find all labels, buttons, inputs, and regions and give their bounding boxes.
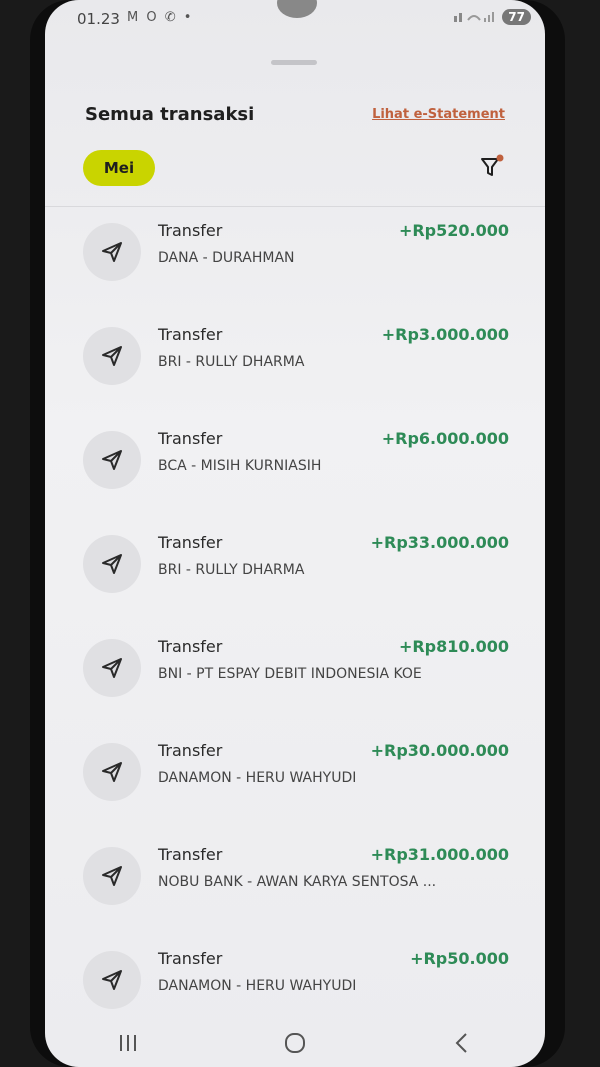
transaction-amount: +Rp50.000 [410,949,509,968]
transaction-row[interactable]: Transfer DANA - DURAHMAN +Rp520.000 [45,207,545,311]
transaction-detail: BRI - RULLY DHARMA [158,354,305,370]
transaction-row[interactable]: Transfer BRI - RULLY DHARMA +Rp33.000.000 [45,519,545,623]
transaction-type: Transfer [158,221,223,240]
transaction-detail: BCA - MISIH KURNIASIH [158,458,322,474]
system-nav-bar [45,1019,545,1067]
transaction-amount: +Rp810.000 [398,637,509,656]
transaction-type: Transfer [158,741,223,760]
transaction-list: Transfer DANA - DURAHMAN +Rp520.000 Transfe… [45,207,545,1039]
transaction-row[interactable]: Transfer BCA - MISIH KURNIASIH +Rp6.000.00… [45,415,545,519]
transaction-amount: +Rp6.000.000 [381,429,509,448]
transaction-amount: +Rp520.000 [398,221,509,240]
send-icon [83,847,141,905]
status-time: 01.23 [77,10,120,28]
transaction-type: Transfer [158,429,223,448]
phone-screen: 01.23 M O ✆ • 77 Semua transaksi Lihat e… [45,0,545,1067]
transaction-amount: +Rp31.000.000 [370,845,509,864]
transaction-type: Transfer [158,533,223,552]
home-icon[interactable] [265,1023,325,1063]
transaction-row[interactable]: Transfer BNI - PT ESPAY DEBIT INDONESIA K… [45,623,545,727]
transaction-row[interactable]: Transfer DANAMON - HERU WAHYUDI +Rp30.000.… [45,727,545,831]
send-icon [83,951,141,1009]
send-icon [83,743,141,801]
notification-icons: M O ✆ • [127,10,194,25]
send-icon [83,223,141,281]
battery-indicator: 77 [502,9,531,25]
status-bar: 01.23 M O ✆ • 77 [45,0,545,40]
drag-handle[interactable] [271,60,317,65]
transaction-amount: +Rp33.000.000 [370,533,509,552]
transaction-detail: NOBU BANK - AWAN KARYA SENTOSA ... [158,874,437,890]
transaction-row[interactable]: Transfer NOBU BANK - AWAN KARYA SENTOSA .… [45,831,545,935]
send-icon [83,639,141,697]
transaction-amount: +Rp3.000.000 [381,325,509,344]
transaction-type: Transfer [158,637,223,656]
transaction-row[interactable]: Transfer BRI - RULLY DHARMA +Rp3.000.000 [45,311,545,415]
signal-icon [454,10,495,25]
transaction-detail: DANA - DURAHMAN [158,250,295,266]
page-title: Semua transaksi [85,104,255,125]
transaction-type: Transfer [158,845,223,864]
filter-icon[interactable] [479,152,505,180]
send-icon [83,431,141,489]
recent-apps-icon[interactable] [98,1023,158,1063]
month-filter-chip[interactable]: Mei [83,150,155,186]
status-right: 77 [454,9,531,25]
back-icon[interactable] [432,1023,492,1063]
send-icon [83,327,141,385]
transaction-type: Transfer [158,949,223,968]
transaction-detail: DANAMON - HERU WAHYUDI [158,978,357,994]
transaction-detail: BRI - RULLY DHARMA [158,562,305,578]
e-statement-link[interactable]: Lihat e-Statement [372,107,505,122]
camera-notch [277,0,317,18]
transaction-amount: +Rp30.000.000 [370,741,509,760]
transaction-detail: BNI - PT ESPAY DEBIT INDONESIA KOE [158,666,422,682]
transaction-detail: DANAMON - HERU WAHYUDI [158,770,357,786]
transaction-type: Transfer [158,325,223,344]
send-icon [83,535,141,593]
